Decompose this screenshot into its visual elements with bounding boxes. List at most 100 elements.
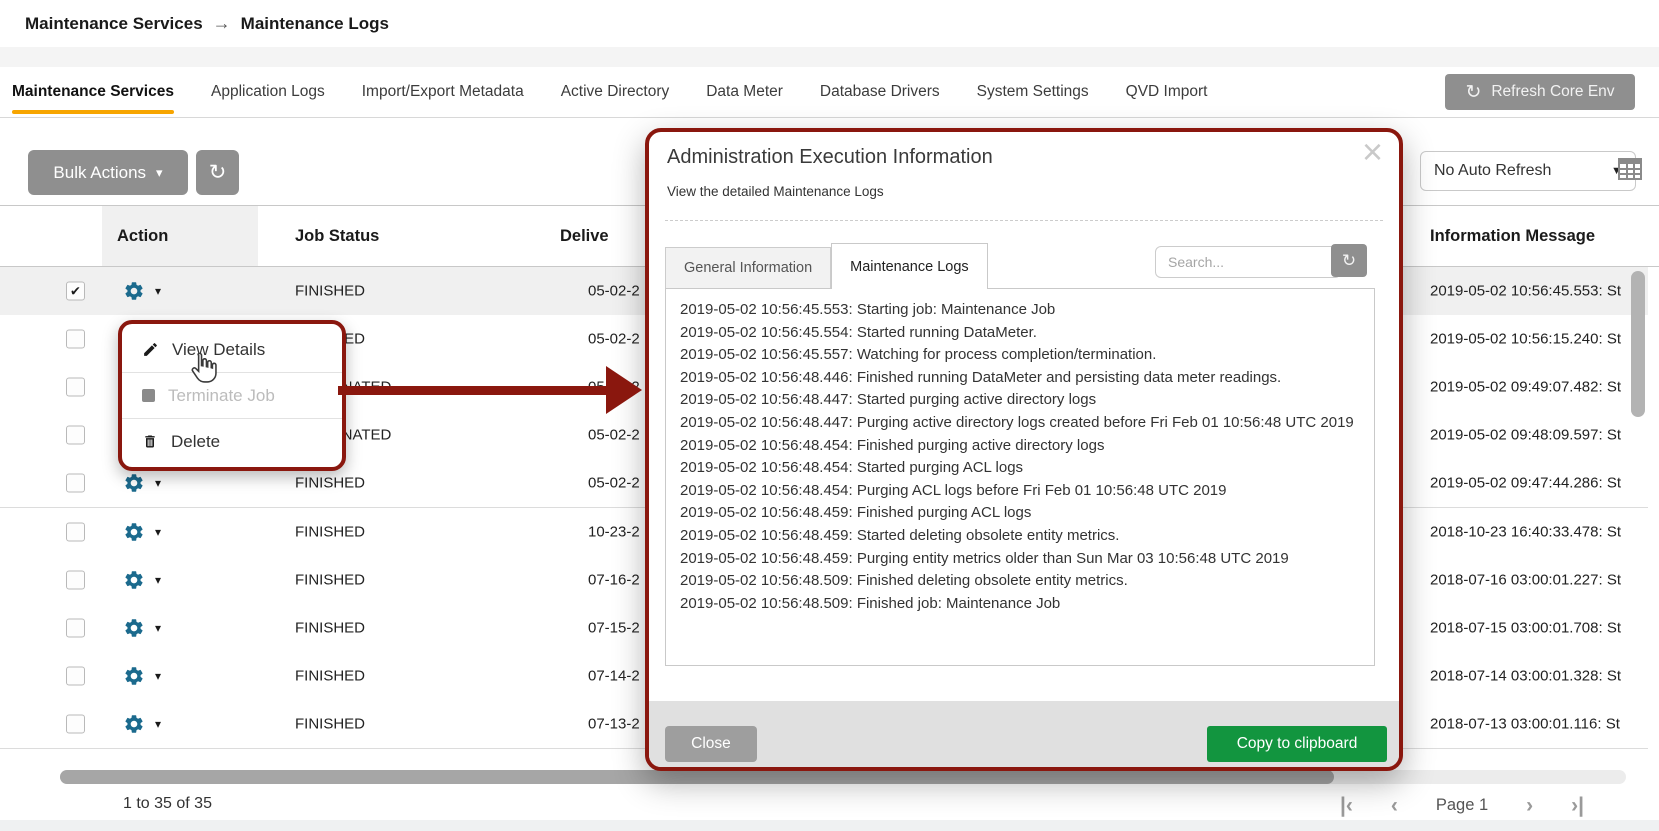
row-checkbox[interactable] (66, 667, 85, 686)
gear-icon[interactable] (123, 472, 145, 494)
maintenance-log-panel[interactable]: 2019-05-02 10:56:45.553: Starting job: M… (665, 288, 1375, 666)
information-message-cell: 2018-07-15 03:00:01.708: St (1430, 620, 1632, 637)
tab-import-export-metadata[interactable]: Import/Export Metadata (362, 67, 524, 117)
table-refresh-button[interactable]: ↻ (196, 150, 239, 195)
row-checkbox[interactable] (66, 330, 85, 349)
log-line: 2019-05-02 10:56:45.554: Started running… (680, 322, 1360, 345)
row-checkbox[interactable] (66, 523, 85, 542)
column-header-information-message[interactable]: Information Message (1430, 206, 1595, 266)
tab-data-meter[interactable]: Data Meter (706, 67, 783, 117)
log-line: 2019-05-02 10:56:48.447: Started purging… (680, 389, 1360, 412)
pencil-icon (142, 341, 159, 358)
gear-icon[interactable] (123, 521, 145, 543)
row-checkbox[interactable] (66, 426, 85, 445)
log-line: 2019-05-02 10:56:48.459: Started deletin… (680, 525, 1360, 548)
row-checkbox[interactable] (66, 378, 85, 397)
modal-title: Administration Execution Information (667, 146, 993, 169)
auto-refresh-select[interactable]: No Auto Refresh ▼ (1420, 151, 1636, 191)
row-actions-caret-icon[interactable]: ▾ (155, 476, 161, 490)
row-checkbox[interactable] (66, 715, 85, 734)
menu-item-view-details[interactable]: View Details (122, 327, 342, 372)
column-settings-icon[interactable] (1618, 158, 1642, 185)
job-status-cell: FINISHED (295, 524, 365, 541)
next-page-icon[interactable]: › (1526, 795, 1533, 816)
log-line: 2019-05-02 10:56:48.509: Finished deleti… (680, 570, 1360, 593)
breadcrumb: Maintenance Services → Maintenance Logs (0, 0, 1659, 47)
log-search-input[interactable] (1155, 246, 1341, 278)
bulk-actions-button[interactable]: Bulk Actions ▾ (28, 150, 188, 195)
information-message-cell: 2018-07-16 03:00:01.227: St (1430, 572, 1632, 589)
information-message-cell: 2018-10-23 16:40:33.478: St (1430, 524, 1632, 541)
close-icon[interactable]: × (1362, 134, 1383, 170)
log-line: 2019-05-02 10:56:48.509: Finished job: M… (680, 593, 1360, 616)
trash-icon (142, 433, 158, 450)
row-actions-caret-icon[interactable]: ▾ (155, 284, 161, 298)
row-actions-caret-icon[interactable]: ▾ (155, 621, 161, 635)
refresh-core-env-label: Refresh Core Env (1491, 83, 1614, 101)
copy-to-clipboard-button[interactable]: Copy to clipboard (1207, 726, 1387, 762)
row-checkbox[interactable] (66, 619, 85, 638)
log-line: 2019-05-02 10:56:45.557: Watching for pr… (680, 344, 1360, 367)
column-header-action[interactable]: Action (117, 206, 168, 266)
caret-down-icon: ▾ (156, 165, 163, 181)
breadcrumb-parent[interactable]: Maintenance Services (25, 14, 203, 34)
gear-icon[interactable] (123, 665, 145, 687)
horizontal-scrollbar[interactable] (60, 770, 1334, 784)
hand-cursor-icon (186, 350, 222, 393)
refresh-icon: ↻ (1342, 251, 1356, 271)
menu-item-delete[interactable]: Delete (122, 418, 342, 464)
information-message-cell: 2019-05-02 09:48:09.597: St (1430, 427, 1632, 444)
information-message-cell: 2019-05-02 10:56:15.240: St (1430, 331, 1632, 348)
refresh-icon: ↻ (1465, 83, 1481, 102)
row-actions-caret-icon[interactable]: ▾ (155, 669, 161, 683)
log-line: 2019-05-02 10:56:48.459: Purging entity … (680, 548, 1360, 571)
tab-application-logs[interactable]: Application Logs (211, 67, 325, 117)
app-window: Maintenance Services → Maintenance Logs … (0, 0, 1659, 831)
gear-icon[interactable] (123, 280, 145, 302)
row-actions-caret-icon[interactable]: ▾ (155, 573, 161, 587)
information-message-cell: 2019-05-02 09:49:07.482: St (1430, 379, 1632, 396)
gear-icon[interactable] (123, 617, 145, 639)
main-tab-bar: Maintenance Services Application Logs Im… (0, 67, 1659, 118)
modal-tab-general-information[interactable]: General Information (665, 247, 831, 289)
tab-maintenance-services[interactable]: Maintenance Services (12, 67, 174, 117)
log-line: 2019-05-02 10:56:45.553: Starting job: M… (680, 299, 1360, 322)
log-line: 2019-05-02 10:56:48.454: Purging ACL log… (680, 480, 1360, 503)
column-header-delivery[interactable]: Delive (560, 206, 609, 266)
row-count-summary: 1 to 35 of 35 (123, 795, 212, 813)
tab-database-drivers[interactable]: Database Drivers (820, 67, 940, 117)
tab-system-settings[interactable]: System Settings (977, 67, 1089, 117)
modal-refresh-button[interactable]: ↻ (1331, 244, 1367, 277)
gear-icon[interactable] (123, 569, 145, 591)
modal-tab-maintenance-logs[interactable]: Maintenance Logs (831, 243, 988, 289)
tab-qvd-import[interactable]: QVD Import (1126, 67, 1208, 117)
row-checkbox[interactable] (66, 571, 85, 590)
menu-item-terminate-job[interactable]: Terminate Job (122, 372, 342, 418)
modal-tab-bar: General Information Maintenance Logs (665, 244, 988, 289)
refresh-core-env-button[interactable]: ↻ Refresh Core Env (1445, 74, 1635, 110)
column-header-job-status[interactable]: Job Status (295, 206, 379, 266)
bulk-actions-label: Bulk Actions (53, 163, 146, 183)
job-status-cell: FINISHED (295, 620, 365, 637)
breadcrumb-arrow-icon: → (213, 13, 231, 34)
job-status-cell: FINISHED (295, 572, 365, 589)
row-actions-context-menu: View Details Terminate Job Delete (118, 320, 346, 471)
row-checkbox[interactable]: ✔ (66, 282, 85, 301)
last-page-icon[interactable]: ›| (1571, 795, 1584, 816)
header-divider (0, 47, 1659, 67)
stop-icon (142, 389, 155, 402)
row-checkbox[interactable] (66, 474, 85, 493)
row-actions-caret-icon[interactable]: ▾ (155, 525, 161, 539)
annotation-arrow (338, 386, 612, 395)
vertical-scrollbar[interactable] (1631, 271, 1645, 417)
execution-info-modal: Administration Execution Information Vie… (645, 128, 1403, 771)
job-status-cell: FINISHED (295, 283, 365, 300)
log-line: 2019-05-02 10:56:48.454: Finished purgin… (680, 435, 1360, 458)
first-page-icon[interactable]: |‹ (1340, 795, 1353, 816)
tab-active-directory[interactable]: Active Directory (561, 67, 670, 117)
checkbox-check-icon: ✔ (70, 285, 81, 298)
row-actions-caret-icon[interactable]: ▾ (155, 717, 161, 731)
gear-icon[interactable] (123, 713, 145, 735)
prev-page-icon[interactable]: ‹ (1391, 795, 1398, 816)
modal-close-button[interactable]: Close (665, 726, 757, 762)
